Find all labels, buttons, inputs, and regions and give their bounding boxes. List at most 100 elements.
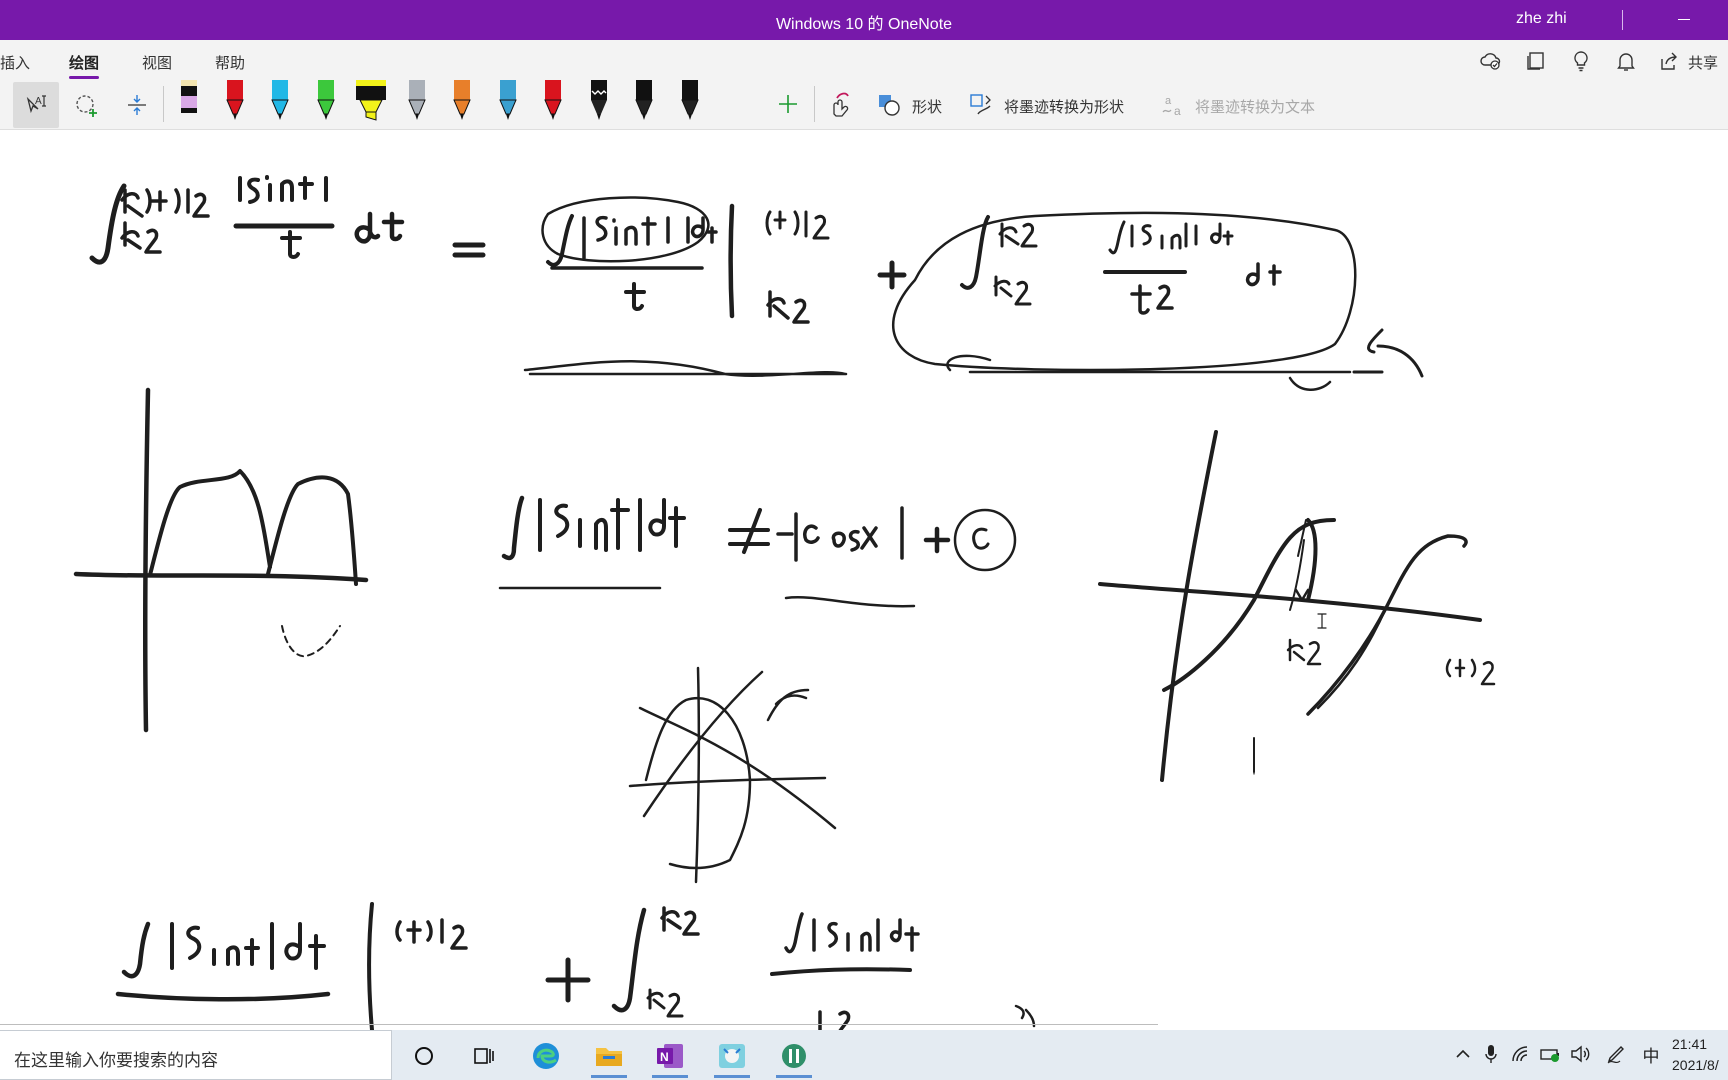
search-placeholder: 在这里输入你要搜索的内容 — [14, 1051, 218, 1070]
edge-icon — [533, 1043, 559, 1069]
horizontal-scrollbar[interactable] — [0, 1024, 1158, 1025]
task-view-icon — [474, 1048, 494, 1064]
svg-text:a: a — [1174, 104, 1181, 118]
pen-8[interactable] — [488, 79, 528, 125]
ink-equation-2 — [498, 495, 1017, 608]
anime-app-icon — [719, 1044, 745, 1068]
network-icon[interactable] — [1510, 1042, 1532, 1066]
pen-icon — [271, 80, 289, 120]
onenote-icon: N — [657, 1044, 683, 1068]
user-name[interactable]: zhe zhi — [1516, 10, 1567, 28]
pen-1[interactable] — [169, 79, 209, 125]
ink-equation-3 — [115, 902, 1036, 1030]
svg-text:A: A — [35, 96, 42, 107]
tab-insert[interactable]: 插入 — [0, 52, 30, 73]
ink-to-text-button[interactable]: 将墨迹转换为文本 — [1195, 96, 1315, 117]
system-clock[interactable]: 21:41 2021/8/ — [1672, 1034, 1719, 1076]
type-select-icon: A — [26, 95, 46, 114]
app-2[interactable] — [770, 1034, 818, 1078]
microphone-icon[interactable] — [1480, 1042, 1502, 1066]
folder-icon — [596, 1048, 622, 1066]
minimize-button[interactable] — [1674, 8, 1694, 28]
window-title: Windows 10 的 OneNote — [775, 16, 953, 33]
shapes-icon[interactable] — [876, 92, 902, 118]
ink-to-text-icon[interactable]: a a — [1160, 92, 1186, 118]
pen-11[interactable] — [624, 79, 664, 125]
ink-equation-1 — [89, 175, 486, 265]
title-bar: Windows 10 的 OneNote zhe zhi — [0, 0, 1728, 40]
pen-3[interactable] — [260, 79, 300, 125]
taskbar: 在这里输入你要搜索的内容 N 中 21:41 2021/8/ — [0, 1030, 1728, 1080]
share-label[interactable]: 共享 — [1688, 52, 1718, 73]
battery-icon[interactable] — [1540, 1042, 1562, 1066]
chevron-up-icon — [1456, 1049, 1470, 1058]
touch-draw-icon[interactable] — [825, 90, 853, 118]
tab-view[interactable]: 视图 — [142, 52, 172, 73]
ink-to-shape-button[interactable]: 将墨迹转换为形状 — [1004, 96, 1124, 117]
ink-equation-1-rhs — [523, 196, 1424, 391]
pen-workspace-icon[interactable] — [1606, 1042, 1628, 1066]
notebooks-icon[interactable] — [1525, 50, 1547, 72]
pen-icon — [407, 80, 426, 120]
ink-graph-1 — [73, 387, 369, 733]
pen-icon — [680, 80, 699, 120]
file-explorer-app[interactable] — [585, 1034, 633, 1078]
share-icon[interactable] — [1658, 50, 1680, 72]
app-1[interactable] — [708, 1034, 756, 1078]
pen-6[interactable] — [397, 79, 437, 125]
tab-help[interactable]: 帮助 — [215, 52, 245, 73]
add-space-icon — [128, 95, 146, 115]
svg-text:N: N — [660, 1050, 669, 1064]
speaker-icon — [1571, 1045, 1590, 1063]
lasso-select-icon — [76, 95, 97, 117]
clock-date: 2021/8/ — [1672, 1057, 1719, 1073]
title-separator — [1622, 10, 1623, 30]
note-canvas[interactable] — [0, 131, 1728, 1030]
svg-text:a: a — [1165, 95, 1172, 107]
taskbar-search-box[interactable]: 在这里输入你要搜索的内容 — [0, 1030, 392, 1080]
volume-icon[interactable] — [1570, 1042, 1592, 1066]
input-method-indicator[interactable]: 中 — [1640, 1042, 1662, 1066]
ribbon-tabs: 插入 绘图 视图 帮助 共享 — [0, 40, 1728, 80]
pen-icon — [635, 80, 653, 120]
pen-12[interactable] — [670, 79, 710, 125]
wifi-icon — [1512, 1046, 1528, 1062]
pen-icon — [498, 80, 517, 120]
toolbar-separator — [814, 86, 815, 122]
pen-7[interactable] — [442, 79, 482, 125]
shapes-button[interactable]: 形状 — [912, 96, 942, 117]
highlighter-icon — [356, 80, 386, 121]
ink-drawing[interactable] — [0, 131, 1728, 1030]
clock-time: 21:41 — [1672, 1036, 1708, 1052]
pen-icon — [316, 80, 335, 120]
edge-app[interactable] — [522, 1034, 570, 1078]
pen-4[interactable] — [306, 79, 346, 125]
pen-icon — [225, 80, 244, 120]
cortana-icon — [415, 1047, 433, 1065]
lightbulb-icon[interactable] — [1570, 50, 1592, 72]
lasso-type-select-tool[interactable]: A — [13, 82, 59, 128]
lasso-select-tool[interactable] — [64, 82, 110, 128]
task-view-button[interactable] — [460, 1034, 508, 1078]
cortana-button[interactable] — [400, 1034, 448, 1078]
mic-icon — [1485, 1045, 1497, 1063]
onenote-app[interactable]: N — [646, 1034, 694, 1078]
pen-5[interactable] — [351, 79, 391, 125]
show-hidden-icons-button[interactable] — [1452, 1042, 1474, 1066]
pen-9[interactable] — [533, 79, 573, 125]
pen-icon — [453, 80, 471, 120]
ink-to-shape-icon[interactable] — [968, 92, 994, 118]
tab-draw[interactable]: 绘图 — [69, 52, 100, 79]
pen-icon — [544, 80, 562, 120]
pen-2[interactable] — [215, 79, 255, 125]
ink-graph-3 — [628, 666, 837, 884]
i-beam-cursor — [1317, 613, 1327, 629]
ink-graph-2 — [1098, 430, 1496, 782]
add-pen-icon[interactable] — [776, 92, 800, 116]
sync-status-icon[interactable] — [1480, 50, 1502, 72]
add-space-tool[interactable] — [114, 82, 160, 128]
bell-icon[interactable] — [1615, 50, 1637, 72]
pen-icon — [1607, 1046, 1624, 1064]
pen-icon — [181, 80, 197, 113]
pen-10[interactable] — [579, 79, 619, 125]
